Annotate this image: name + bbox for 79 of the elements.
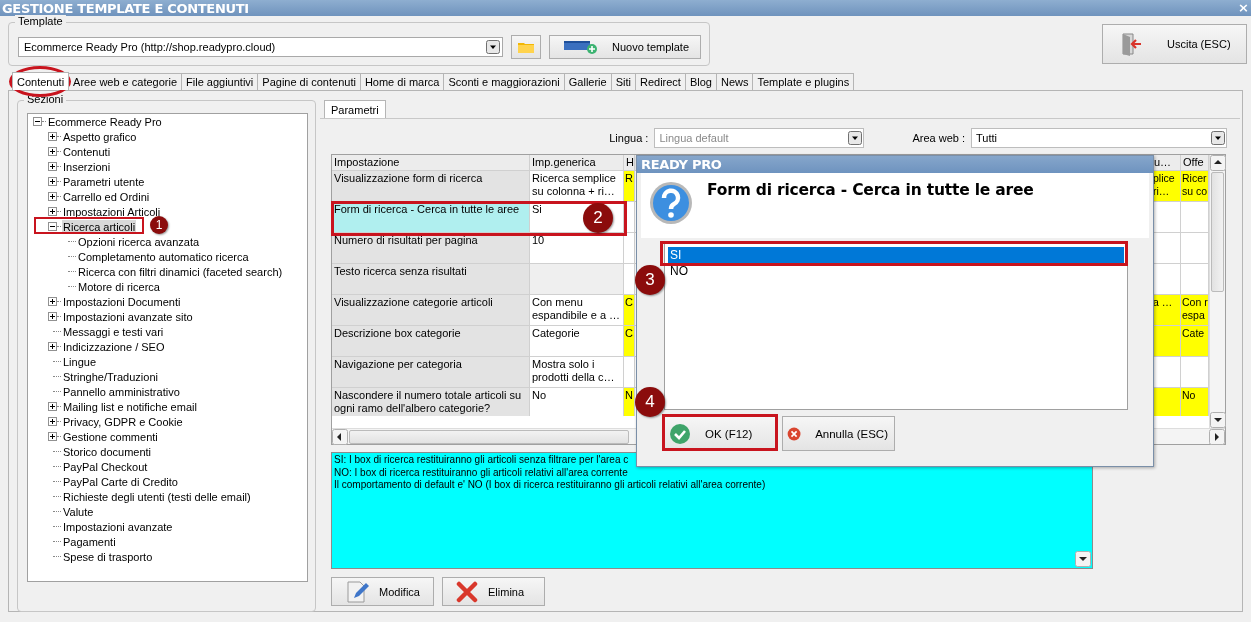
table-cell: Categorie (530, 326, 624, 357)
edit-button[interactable]: Modifica (331, 577, 434, 606)
window-title: GESTIONE TEMPLATE E CONTENUTI (2, 0, 249, 16)
table-cell: No (1181, 388, 1209, 416)
table-cell: Mostra solo i prodotti della c… (530, 357, 624, 388)
tree-item[interactable]: Completamento automatico ricerca (77, 249, 250, 264)
table-cell: Ricer su co (1181, 171, 1209, 202)
tree-item[interactable]: Motore di ricerca (77, 279, 161, 294)
tree-item[interactable]: Ecommerce Ready Pro (47, 114, 163, 129)
column-header[interactable]: u… (1152, 155, 1181, 171)
table-cell: No (530, 388, 624, 416)
tree-item[interactable]: PayPal Checkout (62, 459, 149, 474)
tree-item[interactable]: Impostazioni Documenti (62, 294, 182, 309)
description-text: SI: I box di ricerca restituiranno gli articoli senza filtrare per l'area c (334, 454, 630, 467)
tree-item[interactable]: Impostazioni Articoli (62, 204, 162, 219)
description-text: NO: I box di ricerca restituiranno gli articoli relativi all'area corrente (334, 466, 629, 479)
column-header[interactable]: Imp.generica (530, 155, 624, 171)
tree-item[interactable]: Spese di trasporto (62, 549, 154, 564)
list-option[interactable]: SI (668, 247, 1124, 263)
table-cell: Visualizzazione categorie articoli (332, 295, 530, 326)
table-cell: Form di ricerca - Cerca in tutte le aree (332, 202, 530, 233)
description-text: Il comportamento di default e' NO (I box di ricerca restituiranno gli articoli relativi all'area corrente) (334, 479, 766, 492)
tree-item[interactable]: Stringhe/Traduzioni (62, 369, 159, 384)
tab[interactable]: File aggiuntivi (181, 73, 259, 90)
tree-item[interactable]: Inserzioni (62, 159, 112, 174)
tab[interactable]: Sconti e maggiorazioni (443, 73, 565, 90)
new-template-button[interactable]: Nuovo template (549, 35, 701, 59)
table-cell: Navigazione per categoria (332, 357, 530, 388)
tab[interactable]: Parametri (324, 100, 386, 118)
tab[interactable]: Template e plugins (752, 73, 855, 90)
filter-label: Lingua : (609, 132, 649, 144)
table-cell: a … (1152, 295, 1181, 326)
tree-item[interactable]: Parametri utente (62, 174, 146, 189)
exit-button[interactable]: Uscita (ESC) (1102, 24, 1247, 64)
delete-button[interactable]: Elimina (442, 577, 545, 606)
tree-item[interactable]: Richieste degli utenti (testi delle email) (62, 489, 252, 504)
tab[interactable]: Aree web e categorie (68, 73, 183, 90)
table-cell: Cate (1181, 326, 1209, 357)
filter-select[interactable]: Tutti (971, 128, 1227, 148)
tree-item[interactable]: Gestione commenti (62, 429, 159, 444)
group-label: Template (15, 15, 66, 27)
column-header[interactable]: Offe (1181, 155, 1209, 171)
tree-item[interactable]: Pagamenti (62, 534, 117, 549)
template-select[interactable]: Ecommerce Ready Pro (http://shop.readypro.cloud) (18, 37, 503, 57)
table-cell: Testo ricerca senza risultati (332, 264, 530, 295)
table-cell: Con menu espandibile e a … (530, 295, 624, 326)
tree-item[interactable]: Carrello ed Ordini (62, 189, 151, 204)
list-option[interactable]: NO (668, 263, 1124, 279)
tab[interactable]: Contenuti (12, 72, 70, 90)
table-cell: Descrizione box categorie (332, 326, 530, 357)
column-header[interactable]: Impostazione (332, 155, 530, 171)
tree-item[interactable]: Mailing list e notifiche email (62, 399, 198, 414)
tree-item[interactable]: Valute (62, 504, 95, 519)
tree-item[interactable]: Opzioni ricerca avanzata (77, 234, 201, 249)
tree-item[interactable]: Impostazioni avanzate sito (62, 309, 194, 324)
tree-item[interactable]: Impostazioni avanzate (62, 519, 174, 534)
tree-item[interactable]: Messaggi e testi vari (62, 324, 165, 339)
tree-item[interactable]: Aspetto grafico (62, 129, 138, 144)
tree-item[interactable]: Storico documenti (62, 444, 153, 459)
table-cell: N (624, 388, 635, 416)
tree-item[interactable]: Indicizzazione / SEO (62, 339, 166, 354)
tab[interactable]: Pagine di contenuti (257, 73, 361, 90)
tree-item[interactable]: Lingue (62, 354, 98, 369)
tree-item[interactable]: Pannello amministrativo (62, 384, 181, 399)
table-cell: plice ri… (1152, 171, 1181, 202)
table-cell: Con r espa (1181, 295, 1209, 326)
cancel-button[interactable]: Annulla (ESC) (782, 416, 895, 451)
dialog-heading: Form di ricerca - Cerca in tutte le aree (707, 181, 1034, 201)
table-cell: Ricerca semplice su colonna + ri… (530, 171, 624, 202)
tree-item[interactable]: Ricerca con filtri dinamici (faceted search) (77, 264, 284, 279)
filter-label: Area web : (912, 132, 965, 144)
dialog-title: READY PRO (637, 156, 1153, 173)
tree-item[interactable]: Privacy, GDPR e Cookie (62, 414, 184, 429)
tree-item[interactable]: Ricerca articoli (62, 219, 137, 234)
tab[interactable]: Blog (684, 73, 717, 90)
table-cell: Nascondere il numero totale articoli su ogni ramo dell'albero categorie? (332, 388, 530, 416)
tree-item[interactable]: PayPal Carte di Credito (62, 474, 179, 489)
table-cell: Visualizzazione form di ricerca (332, 171, 530, 202)
tree-item[interactable]: Contenuti (62, 144, 112, 159)
